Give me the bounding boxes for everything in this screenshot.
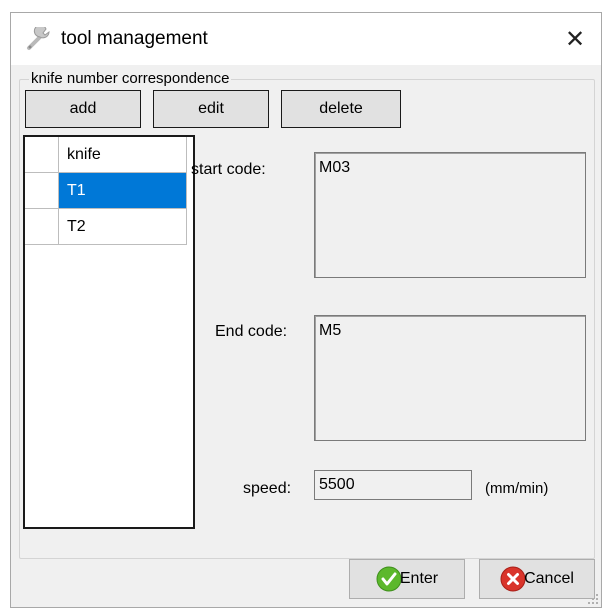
row-header-cell[interactable] (25, 209, 59, 245)
start-code-field[interactable]: M03 (314, 152, 586, 278)
speed-value: 5500 (319, 476, 355, 493)
check-icon (376, 566, 402, 592)
close-icon: ✕ (564, 25, 586, 53)
delete-button-label: delete (319, 100, 363, 117)
close-button[interactable]: ✕ (549, 13, 601, 65)
list-item-cell[interactable]: T1 (59, 173, 187, 209)
cancel-button[interactable]: Cancel (479, 559, 595, 599)
end-code-value: M5 (319, 322, 342, 339)
end-code-label: End code: (215, 323, 288, 340)
delete-button[interactable]: delete (281, 90, 401, 128)
enter-button[interactable]: Enter (349, 559, 465, 599)
cancel-button-label: Cancel (524, 570, 574, 587)
column-header-label: knife (67, 145, 101, 163)
list-item-label: T2 (67, 217, 86, 235)
list-item[interactable]: T2 (25, 209, 187, 245)
enter-button-label: Enter (399, 570, 439, 587)
speed-input[interactable]: 5500 (314, 470, 472, 500)
add-button[interactable]: add (25, 90, 141, 128)
resize-grip-icon[interactable] (587, 593, 599, 605)
list-item[interactable]: T1 (25, 173, 187, 209)
add-button-label: add (69, 100, 97, 117)
start-code-value: M03 (319, 159, 351, 176)
title-bar[interactable]: tool management ✕ (11, 13, 601, 65)
groupbox-title: knife number correspondence (29, 70, 232, 88)
list-header-row: knife (25, 137, 187, 173)
end-code-field[interactable]: M5 (314, 315, 586, 441)
x-circle-icon (500, 566, 526, 592)
list-item-label: T1 (67, 181, 86, 199)
edit-button-label: edit (198, 100, 224, 117)
row-header-cell (25, 137, 59, 173)
speed-unit-label: (mm/min) (485, 480, 549, 497)
list-item-cell[interactable]: T2 (59, 209, 187, 245)
column-header-knife[interactable]: knife (59, 137, 187, 173)
wrench-icon (27, 27, 50, 50)
knife-list[interactable]: knife T1 T2 (23, 135, 195, 529)
tool-management-dialog: tool management ✕ knife number correspon… (10, 12, 602, 608)
speed-label: speed: (243, 480, 292, 497)
edit-button[interactable]: edit (153, 90, 269, 128)
start-code-label: start code: (191, 161, 266, 178)
window-title: tool management (61, 28, 208, 49)
row-header-cell[interactable] (25, 173, 59, 209)
